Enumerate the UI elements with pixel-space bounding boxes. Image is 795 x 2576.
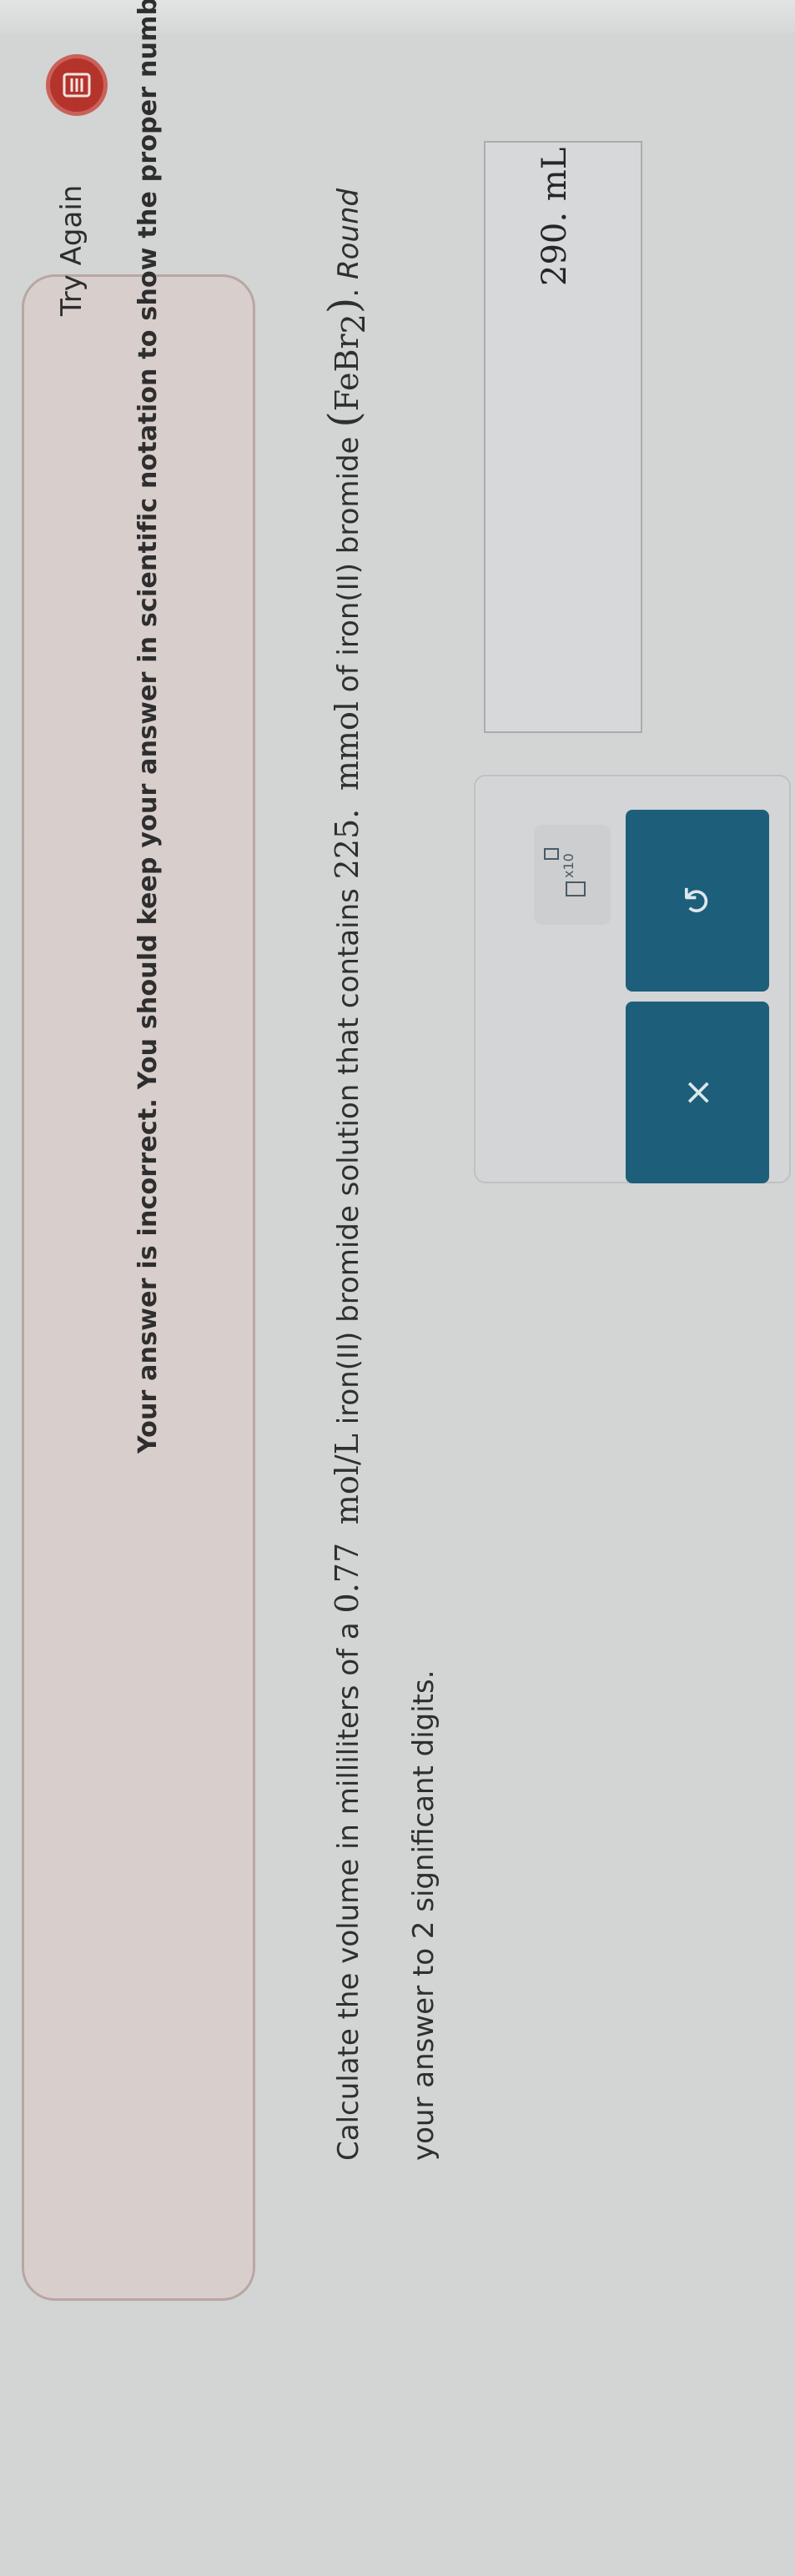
amount-value: 225. xyxy=(329,808,365,880)
scientific-notation-button[interactable]: x10 xyxy=(534,825,611,925)
close-icon: × xyxy=(676,1077,719,1108)
formula-subscript: 2 xyxy=(335,314,372,334)
question-part: of iron(II) bromide xyxy=(332,427,365,702)
question-part: iron(II) bromide solution that contains xyxy=(332,879,365,1434)
question-part: your answer to 2 significant digits. xyxy=(406,1670,440,2161)
undo-button[interactable]: ↺ xyxy=(626,810,769,992)
question-part: . xyxy=(332,279,365,298)
formula: FeBr xyxy=(329,334,365,412)
feedback-message: Your answer is incorrect. You should kee… xyxy=(133,0,163,1454)
concentration-value: 0.77 xyxy=(329,1542,365,1614)
undo-icon: ↺ xyxy=(676,885,719,916)
x10-label: x10 xyxy=(561,853,576,878)
round-instruction: Round xyxy=(332,188,365,279)
concentration-unit: mol/L xyxy=(329,1434,365,1525)
question-part: Calculate the volume in milliliters of a xyxy=(332,1613,365,2161)
exponent-box-icon xyxy=(544,848,559,860)
formula-paren-open: ( xyxy=(320,411,368,428)
base-box-icon xyxy=(566,881,586,896)
amount-unit: mmol xyxy=(329,701,365,791)
answer-value: 290. mL xyxy=(536,147,574,286)
clear-button[interactable]: × xyxy=(626,1002,769,1183)
feedback-list-icon xyxy=(50,58,103,112)
question-text: Calculate the volume in milliliters of a… xyxy=(309,126,459,2161)
rotated-page: Try Again Your answer is incorrect. You … xyxy=(0,0,795,2576)
formula-paren-close: ) xyxy=(320,297,368,314)
feedback-title: Try Again xyxy=(55,184,88,316)
